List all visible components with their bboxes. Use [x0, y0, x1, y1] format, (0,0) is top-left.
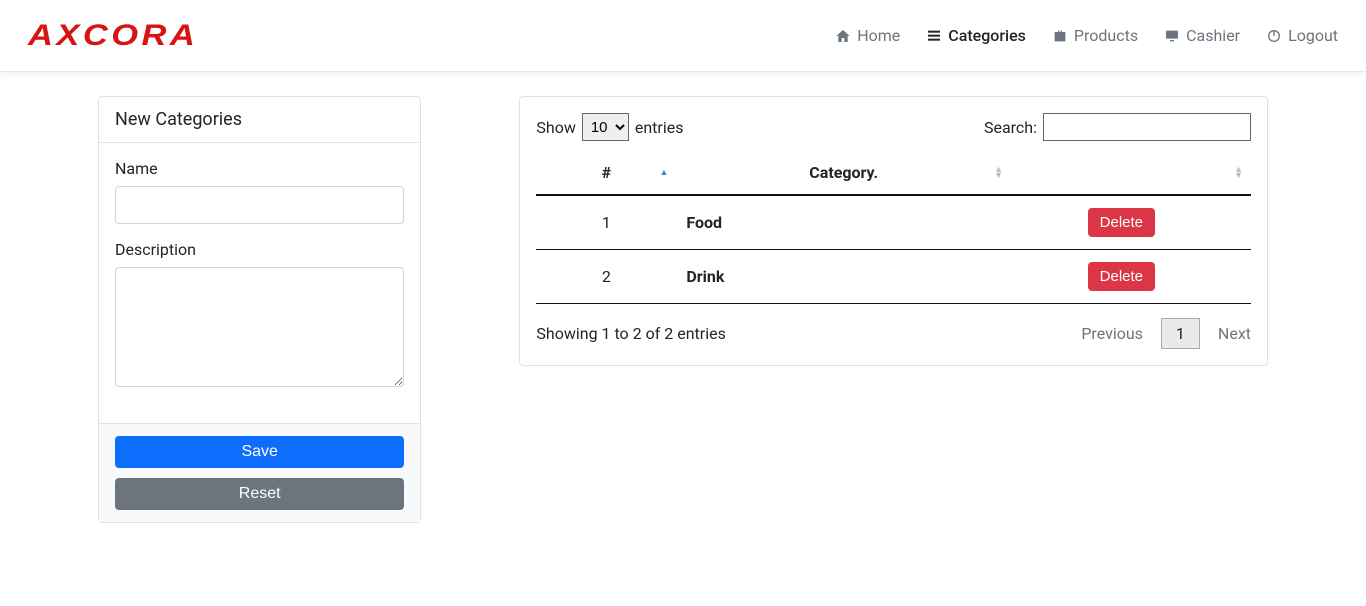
briefcase-icon — [1052, 28, 1068, 44]
new-category-card: New Categories Name Description Save Res… — [98, 96, 421, 523]
description-input[interactable] — [115, 267, 404, 387]
search-label: Search: — [984, 118, 1037, 137]
table-footer: Showing 1 to 2 of 2 entries Previous 1 N… — [536, 318, 1251, 349]
nav-logout-label: Logout — [1288, 26, 1338, 45]
next-page[interactable]: Next — [1218, 324, 1251, 343]
name-label: Name — [115, 159, 404, 178]
card-body: Name Description — [99, 143, 420, 423]
search-input[interactable] — [1043, 113, 1251, 141]
col-index-text: # — [602, 163, 611, 182]
col-action-header[interactable]: ▲▼ — [1011, 151, 1251, 195]
description-label: Description — [115, 240, 404, 259]
pagination: Previous 1 Next — [1081, 318, 1251, 349]
row-index: 2 — [536, 250, 676, 304]
power-icon — [1266, 28, 1282, 44]
nav-cashier[interactable]: Cashier — [1164, 26, 1240, 45]
nav-logout[interactable]: Logout — [1266, 26, 1338, 45]
nav-categories[interactable]: Categories — [926, 26, 1026, 45]
nav-links: Home Categories Products Cashier Logout — [835, 26, 1338, 45]
home-icon — [835, 28, 851, 44]
show-prefix: Show — [536, 118, 575, 137]
table-info: Showing 1 to 2 of 2 entries — [536, 324, 725, 343]
row-index: 1 — [536, 195, 676, 250]
list-icon — [926, 28, 942, 44]
monitor-icon — [1164, 28, 1180, 44]
col-category-text: Category. — [809, 163, 878, 182]
categories-table: # ▲ Category. ▲▼ ▲▼ 1 Food — [536, 151, 1251, 304]
brand-logo[interactable]: AXCORA — [28, 19, 176, 53]
name-input[interactable] — [115, 186, 404, 224]
col-index-header[interactable]: # ▲ — [536, 151, 676, 195]
col-category-header[interactable]: Category. ▲▼ — [676, 151, 1011, 195]
length-select[interactable]: 10 — [582, 113, 629, 141]
nav-categories-label: Categories — [948, 26, 1026, 45]
length-control: Show 10 entries — [536, 113, 683, 141]
navbar: AXCORA Home Categories Products Cashier — [0, 0, 1366, 72]
delete-button[interactable]: Delete — [1088, 208, 1155, 237]
save-button[interactable]: Save — [115, 436, 404, 468]
main-container: New Categories Name Description Save Res… — [0, 72, 1366, 547]
reset-button[interactable]: Reset — [115, 478, 404, 510]
row-action: Delete — [1011, 195, 1251, 250]
description-group: Description — [115, 240, 404, 391]
search-control: Search: — [984, 113, 1251, 141]
nav-products[interactable]: Products — [1052, 26, 1138, 45]
categories-table-card: Show 10 entries Search: # ▲ Ca — [519, 96, 1268, 366]
brand-text: AXCORA — [28, 19, 198, 53]
table-row: 1 Food Delete — [536, 195, 1251, 250]
sort-icon: ▲▼ — [994, 167, 1003, 179]
table-row: 2 Drink Delete — [536, 250, 1251, 304]
sort-asc-icon: ▲ — [659, 170, 668, 176]
nav-products-label: Products — [1074, 26, 1138, 45]
page-number[interactable]: 1 — [1161, 318, 1200, 349]
row-action: Delete — [1011, 250, 1251, 304]
table-controls: Show 10 entries Search: — [536, 113, 1251, 141]
delete-button[interactable]: Delete — [1088, 262, 1155, 291]
nav-home[interactable]: Home — [835, 26, 900, 45]
nav-cashier-label: Cashier — [1186, 26, 1240, 45]
prev-page[interactable]: Previous — [1081, 324, 1143, 343]
sort-icon: ▲▼ — [1234, 167, 1243, 179]
nav-home-label: Home — [857, 26, 900, 45]
show-suffix: entries — [635, 118, 684, 137]
card-footer: Save Reset — [99, 423, 420, 522]
name-group: Name — [115, 159, 404, 224]
row-name: Food — [676, 195, 1011, 250]
card-title: New Categories — [99, 97, 420, 143]
row-name: Drink — [676, 250, 1011, 304]
